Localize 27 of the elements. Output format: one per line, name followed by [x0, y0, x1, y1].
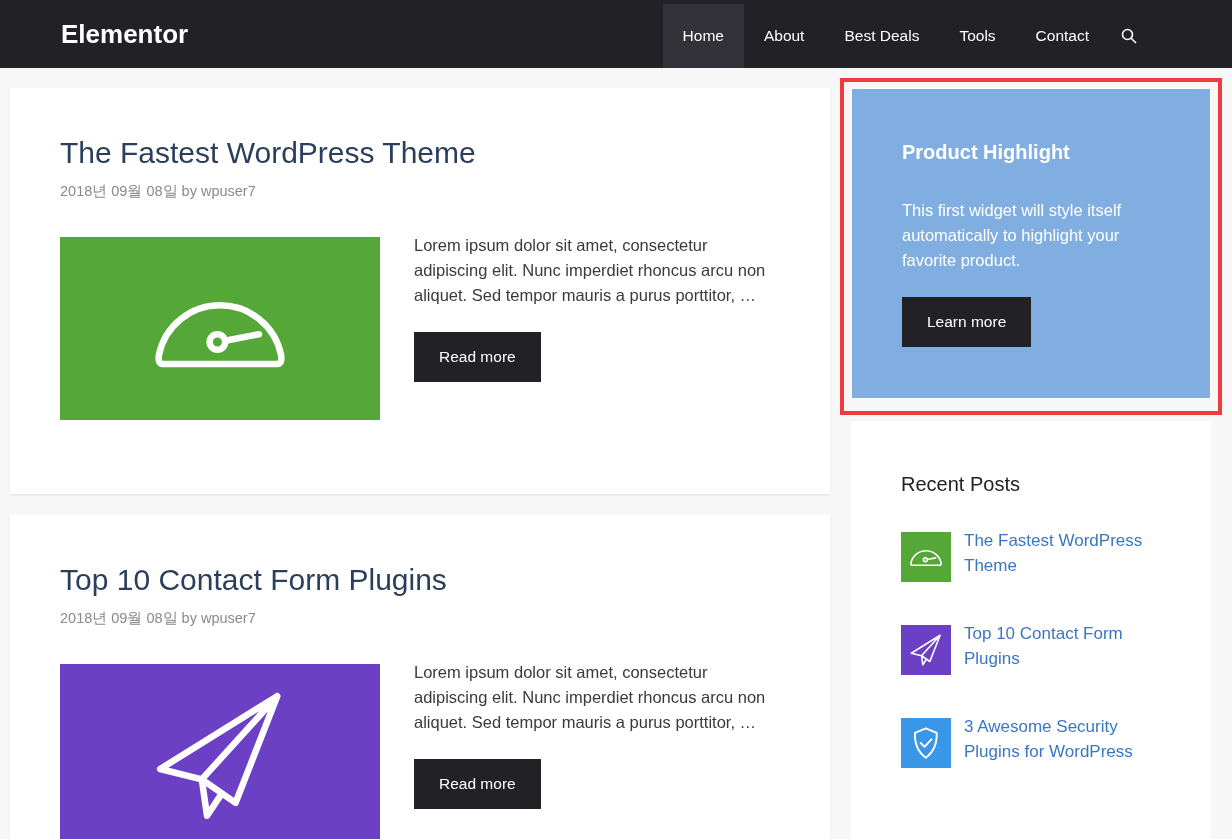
site-title[interactable]: Elementor	[61, 18, 189, 50]
post-title[interactable]: The Fastest WordPress Theme	[60, 136, 780, 170]
post-thumbnail[interactable]	[901, 718, 951, 768]
read-more-button[interactable]: Read more	[414, 759, 541, 809]
nav-link[interactable]: About	[743, 4, 825, 68]
nav-link[interactable]: Contact	[1015, 4, 1109, 68]
nav-link[interactable]: Home	[662, 4, 744, 68]
post-meta: 2018년 09월 08일 by wpuser7	[60, 182, 257, 201]
read-more-button[interactable]: Read more	[414, 332, 541, 382]
post-image[interactable]	[60, 237, 380, 420]
post-meta: 2018년 09월 08일 by wpuser7	[60, 609, 257, 628]
recent-post-link[interactable]: The Fastest WordPress Theme	[964, 528, 1161, 578]
learn-more-button[interactable]: Learn more	[902, 297, 1032, 347]
recent-post-link[interactable]: Top 10 Contact Form Plugins	[964, 621, 1161, 671]
search-icon	[1121, 28, 1137, 44]
widget-title: Recent Posts	[901, 473, 1021, 496]
post-excerpt: Lorem ipsum dolor sit amet, consectetur adipiscing elit. Nunc imperdiet rhoncus arcu non aliquet. Sed tempor mauris a purus porttitor, …	[414, 662, 767, 733]
post-thumbnail[interactable]	[901, 625, 951, 675]
nav-link[interactable]: Best Deals	[824, 4, 940, 68]
recent-post-link[interactable]: 3 Awesome Security Plugins for WordPress	[964, 714, 1161, 764]
nav-link[interactable]: Tools	[939, 4, 1016, 68]
post-title[interactable]: Top 10 Contact Form Plugins	[60, 563, 780, 597]
post-thumbnail[interactable]	[901, 532, 951, 582]
post-excerpt: Lorem ipsum dolor sit amet, consectetur adipiscing elit. Nunc imperdiet rhoncus arcu non aliquet. Sed tempor mauris a purus porttitor, …	[414, 235, 767, 306]
post-image[interactable]	[60, 664, 380, 839]
widget-title: Product Highlight	[902, 141, 1071, 164]
widget-text: This first widget will style itself automatically to highlight your favorite product.	[902, 200, 1123, 271]
